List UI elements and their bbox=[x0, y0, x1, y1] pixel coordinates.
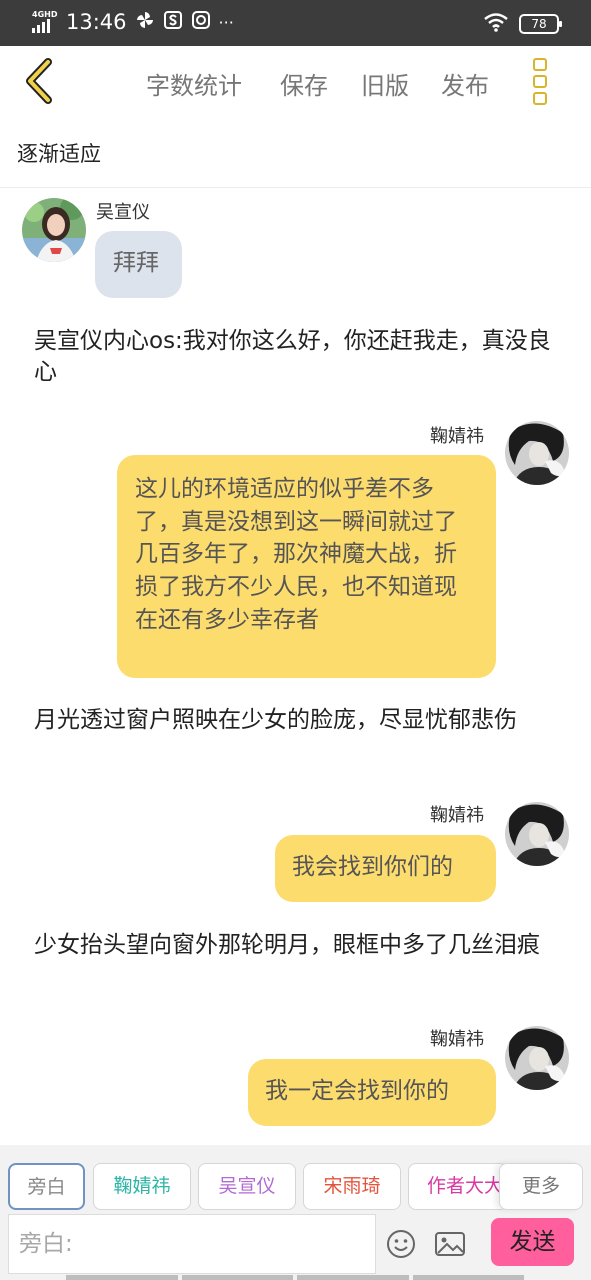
sender-name: 鞠婧祎 bbox=[430, 805, 484, 826]
save-button[interactable]: 保存 bbox=[280, 66, 328, 101]
message-bubble[interactable]: 我一定会找到你的 bbox=[248, 1059, 496, 1126]
message-bubble[interactable]: 这儿的环境适应的似乎差不多了，真是没想到这一瞬间就过了几百多年了，那次神魔大战，… bbox=[117, 455, 496, 678]
publish-button[interactable]: 发布 bbox=[441, 66, 489, 101]
sender-name: 鞠婧祎 bbox=[430, 426, 484, 447]
avatar[interactable] bbox=[505, 1026, 569, 1090]
s-box-icon bbox=[163, 10, 183, 34]
role-label: 鞠婧祎 bbox=[113, 1175, 171, 1197]
back-button[interactable] bbox=[18, 56, 68, 106]
role-chip-narrator[interactable]: 旁白 bbox=[8, 1163, 85, 1210]
menu-dot-icon bbox=[533, 58, 547, 71]
divider bbox=[0, 187, 591, 188]
chapter-title[interactable]: 逐渐适应 bbox=[17, 138, 101, 168]
network-type: 4GHD bbox=[32, 10, 58, 19]
image-icon[interactable] bbox=[434, 1228, 466, 1260]
avatar[interactable] bbox=[505, 802, 569, 866]
sender-name: 吴宣仪 bbox=[96, 202, 150, 223]
role-label: 旁白 bbox=[27, 1176, 66, 1198]
menu-button[interactable] bbox=[533, 58, 553, 106]
clock: 13:46 bbox=[66, 10, 127, 34]
narration-text[interactable]: 吴宣仪内心os:我对你这么好，你还赶我走，真没良心 bbox=[34, 326, 554, 389]
role-chip[interactable]: 鞠婧祎 bbox=[93, 1163, 191, 1210]
chevron-left-icon bbox=[26, 58, 52, 104]
chat-bubble-icon bbox=[191, 10, 211, 34]
status-bar: 4GHD 13:46 ··· 78 bbox=[0, 0, 591, 46]
wifi-icon bbox=[483, 12, 509, 36]
battery-icon: 78 bbox=[519, 14, 562, 34]
narration-text[interactable]: 少女抬头望向窗外那轮明月，眼框中多了几丝泪痕 bbox=[34, 930, 554, 961]
more-roles-button[interactable]: 更多 bbox=[499, 1163, 583, 1210]
old-version-button[interactable]: 旧版 bbox=[361, 66, 409, 101]
role-label: 宋雨琦 bbox=[323, 1175, 381, 1197]
message-input-box[interactable] bbox=[8, 1214, 376, 1274]
sender-name: 鞠婧祎 bbox=[430, 1029, 484, 1050]
editor-toolbar: 字数统计 保存 旧版 发布 bbox=[0, 46, 591, 118]
message-bubble[interactable]: 拜拜 bbox=[95, 231, 182, 298]
more-dots-icon: ··· bbox=[218, 12, 234, 32]
role-chip[interactable]: 作者大大 bbox=[408, 1163, 508, 1210]
menu-dot-icon bbox=[533, 75, 547, 88]
message-input[interactable] bbox=[9, 1215, 375, 1273]
signal-icon: 4GHD bbox=[32, 10, 58, 33]
role-chip[interactable]: 宋雨琦 bbox=[303, 1163, 401, 1210]
pinwheel-icon bbox=[135, 10, 155, 34]
send-button[interactable]: 发送 bbox=[491, 1218, 574, 1266]
avatar[interactable] bbox=[22, 198, 86, 262]
composer-panel: 旁白 鞠婧祎 吴宣仪 宋雨琦 作者大大 更多 发送 bbox=[0, 1145, 591, 1280]
emoji-icon[interactable] bbox=[385, 1228, 417, 1260]
word-count-button[interactable]: 字数统计 bbox=[146, 66, 242, 101]
role-label: 吴宣仪 bbox=[218, 1175, 276, 1197]
message-bubble[interactable]: 我会找到你们的 bbox=[275, 835, 496, 902]
menu-dot-icon bbox=[533, 92, 547, 105]
avatar[interactable] bbox=[505, 421, 569, 485]
role-chip[interactable]: 吴宣仪 bbox=[198, 1163, 296, 1210]
role-label: 作者大大 bbox=[427, 1175, 504, 1197]
scroll-indicator bbox=[66, 1275, 524, 1280]
narration-text[interactable]: 月光透过窗户照映在少女的脸庞，尽显忧郁悲伤 bbox=[34, 705, 554, 736]
